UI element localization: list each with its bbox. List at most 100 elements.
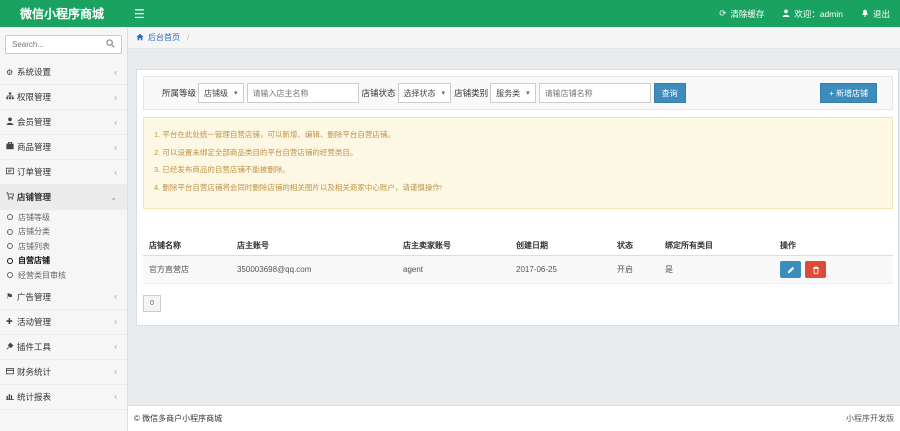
status-select[interactable]: 选择状态 ▾ — [397, 83, 452, 103]
sidebar-item-system[interactable]: ⚙ 系统设置 ‹ — [0, 60, 127, 85]
sidebar-item-orders[interactable]: 订单管理 ‹ — [0, 160, 127, 185]
gear-icon: ⚙ — [6, 67, 14, 77]
column-header: 店铺名称 — [149, 241, 181, 250]
table-cell: 2017-06-25 — [516, 265, 557, 274]
chevron-left-icon: ‹ — [114, 342, 117, 351]
chevron-left-icon: ‹ — [114, 392, 117, 401]
column-header: 创建日期 — [516, 241, 548, 250]
filter-bar: 所属等级 店铺级 ▾ 店铺状态 选择状态 ▾ 店铺类别 服务类 ▾ 查询 + 新… — [143, 76, 893, 110]
sidebar-item-members[interactable]: 会员管理 ‹ — [0, 110, 127, 135]
chevron-down-icon: ⌄ — [110, 192, 117, 202]
delete-button[interactable] — [805, 261, 826, 278]
pencil-icon — [787, 266, 794, 273]
notice-line: 4. 删除平台自营店铺将会同时删除店铺的相关图片以及相关商家中心账户，请谨慎操作… — [154, 182, 442, 192]
sidebar-subitem-self-operated[interactable]: 自营店铺 — [0, 254, 127, 269]
table-cell: 350003698@qq.com — [237, 265, 312, 274]
table-cell: 开启 — [617, 265, 633, 274]
top-bar: 微信小程序商城 ☰ ⟳ 清除缓存 欢迎：admin 退出 — [0, 0, 900, 27]
footer-copyright: © 微信多商户小程序商城 — [134, 414, 223, 423]
notice-box: 1. 平台在此处统一管理自营店铺，可以新增、编辑、删除平台自营店铺。 2. 可以… — [143, 117, 893, 209]
column-header: 店主账号 — [237, 241, 269, 250]
column-header: 店主卖家账号 — [403, 241, 451, 250]
column-header: 状态 — [617, 241, 633, 250]
plus-icon: ✚ — [6, 317, 13, 326]
sidebar-item-finance[interactable]: 财务统计 ‹ — [0, 360, 127, 385]
sidebar-item-reports[interactable]: 统计报表 ‹ — [0, 385, 127, 410]
shop-name-input[interactable] — [538, 83, 651, 103]
sidebar: ⚙ 系统设置 ‹ 权限管理 ‹ 会员管理 ‹ 商品管理 ‹ 订单管理 ‹ 店铺管… — [0, 27, 128, 431]
breadcrumb-separator: / — [187, 33, 190, 42]
breadcrumb-home-link[interactable]: 后台首页 — [148, 32, 180, 43]
bell-icon — [861, 9, 869, 19]
chevron-left-icon: ‹ — [114, 317, 117, 326]
footer-version: 小程序开发版 — [846, 414, 894, 423]
flag-icon: ⚑ — [6, 292, 14, 301]
trash-icon — [812, 265, 819, 274]
plug-icon — [6, 342, 17, 352]
table-header: 店铺名称 店主账号 店主卖家账号 创建日期 状态 绑定所有类目 操作 — [143, 236, 893, 256]
shop-table: 店铺名称 店主账号 店主卖家账号 创建日期 状态 绑定所有类目 操作 官方直营店… — [143, 236, 893, 284]
sitemap-icon — [6, 92, 17, 102]
level-label: 所属等级 — [162, 88, 197, 98]
sidebar-subitem-shop-category[interactable]: 店铺分类 — [0, 225, 127, 240]
sidebar-subitem-category-review[interactable]: 经营类目审核 — [0, 268, 127, 283]
caret-down-icon: ▾ — [526, 90, 530, 97]
row-actions — [780, 261, 893, 278]
user-icon — [6, 117, 17, 127]
sidebar-subitem-shop-list[interactable]: 店铺列表 — [0, 239, 127, 254]
level-select[interactable]: 店铺级 ▾ — [198, 83, 244, 103]
order-icon — [6, 167, 17, 177]
user-welcome[interactable]: 欢迎：admin — [782, 8, 843, 20]
chevron-left-icon: ‹ — [114, 92, 117, 102]
logout-button[interactable]: 退出 — [861, 8, 890, 20]
caret-down-icon: ▾ — [441, 90, 446, 97]
chevron-left-icon: ‹ — [114, 67, 117, 77]
bars-icon[interactable]: ☰ — [134, 7, 145, 21]
chevron-left-icon: ‹ — [114, 167, 117, 177]
product-icon — [6, 142, 17, 152]
table-row: 官方直营店 350003698@qq.com agent 2017-06-25 … — [143, 256, 893, 284]
chevron-left-icon: ‹ — [114, 292, 117, 301]
shop-icon — [6, 192, 17, 202]
sidebar-item-plugins[interactable]: 插件工具 ‹ — [0, 335, 127, 360]
brand-title[interactable]: 微信小程序商城 — [0, 5, 128, 22]
table-cell: 是 — [665, 265, 673, 274]
home-icon — [136, 33, 144, 43]
owner-name-input[interactable] — [246, 83, 359, 103]
notice-line: 3. 已经发布商品的自营店铺不能被删除。 — [154, 165, 290, 174]
breadcrumb: 后台首页 / — [128, 27, 900, 49]
column-header: 绑定所有类目 — [665, 241, 713, 250]
sidebar-item-products[interactable]: 商品管理 ‹ — [0, 135, 127, 160]
circle-icon — [7, 272, 13, 279]
category-label: 店铺类别 — [454, 88, 489, 98]
footer: © 微信多商户小程序商城 小程序开发版 — [128, 405, 900, 431]
circle-icon — [7, 228, 13, 235]
category-select[interactable]: 服务类 ▾ — [490, 83, 536, 103]
chevron-left-icon: ‹ — [114, 142, 117, 152]
edit-button[interactable] — [780, 261, 801, 278]
top-actions: ⟳ 清除缓存 欢迎：admin 退出 — [719, 8, 900, 20]
sidebar-item-permission[interactable]: 权限管理 ‹ — [0, 85, 127, 110]
chevron-left-icon: ‹ — [114, 117, 117, 127]
chevron-left-icon: ‹ — [114, 367, 117, 376]
refresh-icon: ⟳ — [719, 8, 727, 18]
circle-icon — [7, 243, 13, 250]
sidebar-item-activities[interactable]: ✚ 活动管理 ‹ — [0, 310, 127, 335]
status-label: 店铺状态 — [361, 88, 396, 98]
add-shop-button[interactable]: + 新增店铺 — [820, 83, 877, 103]
sidebar-item-shops[interactable]: 店铺管理 ⌄ — [0, 185, 127, 210]
notice-line: 2. 可以设置未绑定全部商品类目的平台自营店铺的经营类目。 — [154, 147, 358, 157]
clear-cache-button[interactable]: ⟳ 清除缓存 — [719, 8, 764, 20]
user-icon — [782, 9, 790, 19]
search-icon[interactable] — [106, 39, 115, 50]
circle-icon — [7, 214, 13, 221]
sidebar-item-ads[interactable]: ⚑ 广告管理 ‹ — [0, 285, 127, 310]
pagination-button[interactable]: 0 — [143, 295, 161, 312]
column-header: 操作 — [780, 241, 796, 250]
bar-chart-icon — [6, 392, 17, 402]
credit-card-icon — [6, 367, 17, 377]
sidebar-subitem-shop-level[interactable]: 店铺等级 — [0, 210, 127, 225]
search-input[interactable] — [12, 40, 102, 49]
table-cell: 官方直营店 — [149, 265, 189, 274]
query-button[interactable]: 查询 — [653, 83, 686, 103]
